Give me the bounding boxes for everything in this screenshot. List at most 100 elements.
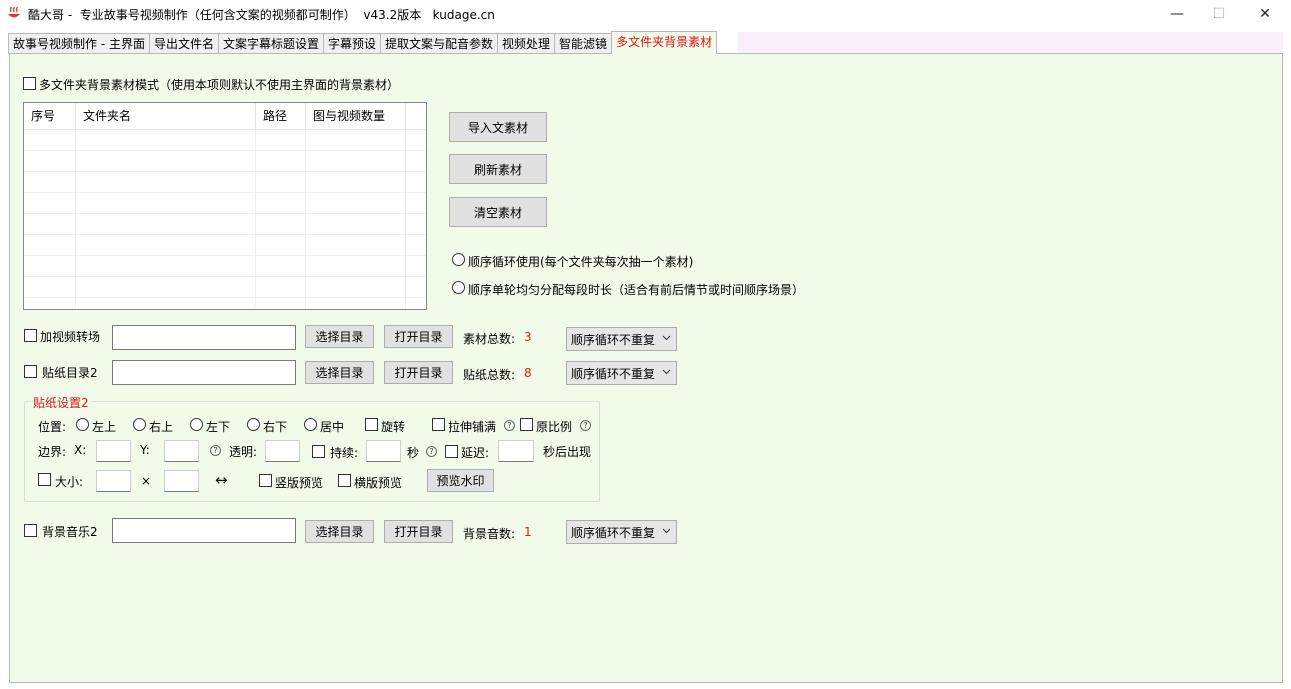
title-bar: 酷大哥 - 专业故事号视频制作（任何含文案的视频都可制作） v43.2版本 ku… [0, 0, 1291, 28]
keep-ratio-checkbox[interactable] [520, 418, 533, 431]
tab-video-processing[interactable]: 视频处理 [497, 33, 556, 54]
border-y-input[interactable] [164, 440, 199, 462]
sticker-select-dir-button[interactable]: 选择目录 [305, 361, 374, 384]
column-header-path[interactable]: 路径 [256, 103, 306, 130]
pos-center-radio[interactable] [304, 418, 317, 431]
duration-input[interactable] [366, 440, 401, 462]
border-x-input[interactable] [96, 440, 131, 462]
portrait-preview-label: 竖版预览 [275, 476, 324, 490]
minimize-button[interactable]: — [1154, 0, 1200, 28]
maximize-button: ☐ [1212, 6, 1226, 22]
tab-multi-folder-background[interactable]: 多文件夹背景素材 [611, 31, 718, 54]
stretch-checkbox[interactable] [432, 418, 445, 431]
table-header: 序号 文件夹名 路径 图与视频数量 [24, 103, 426, 130]
sticker-settings-title: 贴纸设置2 [31, 394, 91, 411]
tab-extract-voice-params[interactable]: 提取文案与配音参数 [380, 33, 499, 54]
pos-top-left-label: 左上 [92, 420, 117, 434]
transition-count-value: 3 [524, 330, 532, 344]
sticker-count-label: 贴纸总数: [463, 368, 516, 382]
duration-help-icon[interactable]: ? [426, 446, 437, 457]
video-transition-checkbox[interactable] [24, 329, 37, 342]
tab-subtitle-presets[interactable]: 字幕预设 [323, 33, 382, 54]
size-height-input[interactable] [164, 470, 199, 492]
sequential-loop-label: 顺序循环使用(每个文件夹每次抽一个素材) [468, 255, 694, 269]
close-button[interactable]: ✕ [1242, 0, 1288, 28]
tab-smart-filter[interactable]: 智能滤镜 [554, 33, 613, 54]
pos-top-right-radio[interactable] [133, 418, 146, 431]
duration-label: 持续: [330, 446, 359, 460]
sequential-even-radio[interactable] [452, 281, 465, 294]
multi-folder-mode-checkbox[interactable] [23, 77, 36, 90]
music-open-dir-button[interactable]: 打开目录 [384, 520, 453, 543]
transition-order-value: 顺序循环不重复 [571, 332, 656, 347]
music-order-select[interactable]: 顺序循环不重复 [566, 520, 677, 544]
sequential-even-label: 顺序单轮均匀分配每段时长（适合有前后情节或时间顺序场景） [468, 283, 805, 297]
transition-select-dir-button[interactable]: 选择目录 [305, 325, 374, 348]
landscape-preview-label: 横版预览 [354, 476, 403, 490]
background-music-checkbox[interactable] [24, 524, 37, 537]
sticker-open-dir-button[interactable]: 打开目录 [384, 361, 453, 384]
refresh-material-button[interactable]: 刷新素材 [449, 154, 547, 184]
rotate-checkbox[interactable] [365, 418, 378, 431]
rotate-label: 旋转 [381, 420, 406, 434]
transition-open-dir-button[interactable]: 打开目录 [384, 325, 453, 348]
swap-arrows-icon[interactable]: ↔ [215, 471, 228, 489]
background-music-label: 背景音乐2 [42, 525, 98, 539]
chevron-down-icon [662, 528, 671, 534]
window-title: 酷大哥 - 专业故事号视频制作（任何含文案的视频都可制作） v43.2版本 ku… [28, 8, 495, 22]
sticker-path-input[interactable] [112, 360, 296, 385]
chevron-down-icon [662, 335, 671, 341]
transition-order-select[interactable]: 顺序循环不重复 [566, 327, 677, 351]
pos-bottom-left-radio[interactable] [190, 418, 203, 431]
size-times-label: × [141, 474, 152, 488]
stretch-help-icon[interactable]: ? [504, 420, 515, 431]
border-help-icon[interactable]: ? [210, 445, 221, 456]
size-width-input[interactable] [96, 470, 131, 492]
size-label: 大小: [55, 475, 84, 489]
portrait-preview-checkbox[interactable] [259, 474, 272, 487]
tab-subtitle-title-settings[interactable]: 文案字幕标题设置 [217, 33, 324, 54]
transition-path-input[interactable] [112, 325, 296, 350]
sticker-dir-label: 贴纸目录2 [42, 366, 98, 380]
y-label: Y: [140, 443, 150, 457]
folder-list-table[interactable]: 序号 文件夹名 路径 图与视频数量 [23, 102, 427, 310]
pos-bottom-right-label: 右下 [263, 420, 288, 434]
music-count-label: 背景音数: [463, 527, 516, 541]
opacity-label: 透明: [229, 445, 258, 459]
duration-checkbox[interactable] [312, 445, 325, 458]
column-header-index[interactable]: 序号 [24, 103, 76, 130]
delay-checkbox[interactable] [445, 445, 458, 458]
opacity-input[interactable] [265, 440, 300, 462]
pos-top-left-radio[interactable] [76, 418, 89, 431]
sticker-order-value: 顺序循环不重复 [571, 366, 656, 381]
size-checkbox[interactable] [38, 473, 51, 486]
landscape-preview-checkbox[interactable] [338, 474, 351, 487]
pos-bottom-left-label: 左下 [206, 420, 231, 434]
pos-top-right-label: 右上 [149, 420, 174, 434]
music-order-value: 顺序循环不重复 [571, 525, 656, 540]
import-material-button[interactable]: 导入文素材 [449, 112, 547, 142]
keep-ratio-label: 原比例 [536, 420, 573, 434]
app-logo-icon [8, 6, 20, 18]
delay-label: 延迟: [461, 446, 490, 460]
column-header-media-count[interactable]: 图与视频数量 [306, 103, 406, 130]
pos-center-label: 居中 [320, 420, 345, 434]
sticker-order-select[interactable]: 顺序循环不重复 [566, 361, 677, 385]
keep-ratio-help-icon[interactable]: ? [580, 420, 591, 431]
music-select-dir-button[interactable]: 选择目录 [305, 520, 374, 543]
multi-folder-mode-label: 多文件夹背景素材模式（使用本项则默认不使用主界面的背景素材） [39, 78, 400, 92]
sticker-count-value: 8 [524, 366, 532, 380]
delay-input[interactable] [498, 440, 534, 462]
tab-export-filename[interactable]: 导出文件名 [148, 33, 219, 54]
sticker-dir-checkbox[interactable] [24, 365, 37, 378]
clear-material-button[interactable]: 清空素材 [449, 197, 547, 227]
preview-watermark-button[interactable]: 预览水印 [427, 469, 494, 492]
border-label: 边界: [38, 445, 67, 459]
sequential-loop-radio[interactable] [452, 253, 465, 266]
music-path-input[interactable] [112, 518, 296, 543]
pos-bottom-right-radio[interactable] [247, 418, 260, 431]
column-header-folder-name[interactable]: 文件夹名 [76, 103, 256, 130]
tab-main[interactable]: 故事号视频制作 - 主界面 [8, 33, 150, 54]
music-count-value: 1 [524, 525, 532, 539]
delay-suffix-label: 秒后出现 [543, 445, 592, 459]
